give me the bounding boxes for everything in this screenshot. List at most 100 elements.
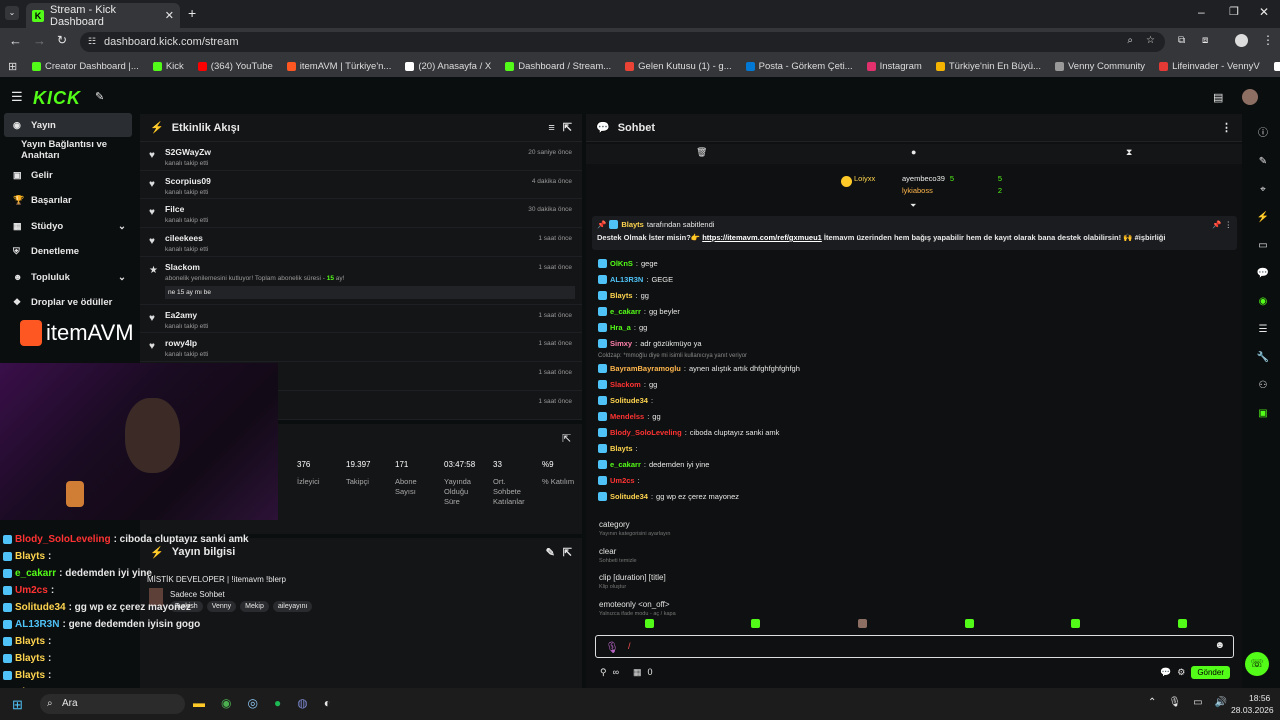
hamburger-menu-icon[interactable]: ☰ <box>11 89 23 105</box>
bookmark-item[interactable]: Posta - Görkem Çeti... <box>745 61 853 72</box>
info-icon[interactable]: ⓘ <box>1258 124 1268 139</box>
bookmark-item[interactable]: Storage | Fivemanage <box>1273 61 1280 72</box>
chat-username[interactable]: Blody_SoloLeveling <box>610 428 682 437</box>
command-suggestion[interactable]: clip [duration] [title] Klip oluştur <box>586 573 1236 600</box>
browser-tab[interactable]: K Stream - Kick Dashboard ✕ <box>26 3 180 28</box>
network-icon[interactable]: ▭ <box>1193 697 1202 708</box>
chat-mode-icon[interactable]: ● <box>911 147 916 157</box>
sidebar-item-3[interactable]: 🏆 Başarılar <box>0 188 138 214</box>
emote-icon[interactable] <box>1071 619 1081 628</box>
wrench-icon[interactable]: 🔧 <box>1257 352 1269 363</box>
chat-username[interactable]: e_cakarr <box>610 460 641 469</box>
sidebar-item-7[interactable]: ❖ Droplar ve ödüller <box>0 290 138 316</box>
discord-icon[interactable]: ◍ <box>297 696 307 710</box>
chat-input[interactable]: 🎙 / ☻ <box>595 635 1234 658</box>
zoom-icon[interactable]: ⌕ <box>1127 35 1133 46</box>
bookmark-item[interactable]: Venny Community <box>1054 61 1145 72</box>
reload-icon[interactable]: ↻ <box>57 33 67 47</box>
chevron-down-icon[interactable]: ⌄ <box>118 221 126 232</box>
chat-username[interactable]: BayramBayramoglu <box>610 364 681 373</box>
broadcast-rail-icon[interactable]: ◉ <box>1259 296 1268 307</box>
pin-icon[interactable]: ✎ <box>95 90 104 103</box>
file-explorer-icon[interactable]: ▬ <box>193 696 205 710</box>
sidebar-item-1[interactable]: Yayın Bağlantısı ve Anahtarı <box>0 137 138 163</box>
leaderboard-collapse-icon[interactable]: ⏷ <box>910 201 916 211</box>
close-tab-icon[interactable]: ✕ <box>165 9 174 22</box>
send-button[interactable]: Gönder <box>1191 665 1230 679</box>
user-avatar[interactable] <box>1242 89 1258 105</box>
layout-icon[interactable]: ▤ <box>1213 91 1223 104</box>
leaderboard-entry[interactable]: ayembeco39 5 <box>902 174 1002 183</box>
bookmark-star-icon[interactable]: ☆ <box>1146 35 1155 46</box>
sidebar-item-0[interactable]: ◉ Yayın <box>4 113 132 137</box>
emote-icon[interactable] <box>751 619 761 628</box>
bookmark-item[interactable]: (20) Anasayfa / X <box>405 61 491 72</box>
sidebar-item-5[interactable]: ⛨ Denetleme <box>0 239 138 265</box>
site-info-icon[interactable]: ☷ <box>88 36 96 47</box>
event-user[interactable]: cileekees <box>165 233 582 243</box>
page-icon[interactable]: ▭ <box>1258 240 1267 251</box>
edit-icon[interactable]: ✎ <box>546 546 555 559</box>
filter-icon[interactable]: ≡ <box>548 122 554 134</box>
chat-username[interactable]: e_cakarr <box>610 307 641 316</box>
chat-menu-icon[interactable]: ⋮ <box>1221 121 1232 134</box>
apps-grid-icon[interactable]: ⊞ <box>8 60 17 73</box>
leaderboard-entry[interactable]: lykiaboss 2 <box>902 186 1002 195</box>
event-user[interactable]: Filce <box>165 204 582 214</box>
tray-chevron-icon[interactable]: ⌃ <box>1148 697 1156 708</box>
bookmark-item[interactable]: Dashboard / Stream... <box>505 61 611 72</box>
forward-icon[interactable]: → <box>33 33 46 48</box>
chat-username[interactable]: AL13R3N <box>610 275 643 284</box>
support-chat-icon[interactable]: ☏ <box>1245 652 1269 676</box>
chat-input-value[interactable]: / <box>628 641 631 651</box>
share-icon[interactable]: ⚇ <box>1259 380 1268 391</box>
chat-username[interactable]: Blayts <box>610 444 633 453</box>
chat-username[interactable]: Hra_a <box>610 323 631 332</box>
bookmark-item[interactable]: Creator Dashboard |... <box>32 61 139 72</box>
event-user[interactable]: Ea2amy <box>165 310 582 320</box>
bookmark-item[interactable]: (364) YouTube <box>197 61 273 72</box>
chat-username[interactable]: Simxy <box>610 339 632 348</box>
bookmark-item[interactable]: Gelen Kutusu (1) - g... <box>625 61 732 72</box>
chat-username[interactable]: Slackom <box>610 380 641 389</box>
minimize-button[interactable]: – <box>1198 5 1205 19</box>
emote-icon[interactable] <box>964 619 974 628</box>
sidebar-item-2[interactable]: ▣ Gelir <box>0 163 138 189</box>
chat-username[interactable]: Blayts <box>610 291 633 300</box>
close-window-button[interactable]: ✕ <box>1259 5 1269 19</box>
browser-menu-icon[interactable]: ⋮ <box>1262 33 1274 47</box>
emoji-picker-icon[interactable]: ☻ <box>1214 640 1225 651</box>
pinned-link[interactable]: https://itemavm.com/ref/gxmueu1 <box>702 233 822 242</box>
extensions-puzzle-icon[interactable]: ⧈ <box>1202 35 1208 46</box>
profile-avatar[interactable] <box>1235 34 1248 47</box>
extension-icon[interactable]: ⧉ <box>1178 35 1185 46</box>
chat-username[interactable]: Solitude34 <box>610 492 648 501</box>
back-icon[interactable]: ← <box>9 33 22 48</box>
command-suggestion[interactable]: clear Sohbeti temizle <box>586 547 1236 574</box>
stream-info-popout-icon[interactable]: ⇱ <box>563 546 572 559</box>
sidebar-item-6[interactable]: ☻ Topluluk ⌄ <box>0 265 138 291</box>
clock-time[interactable]: 18:56 <box>1249 693 1270 703</box>
bookmark-item[interactable]: Kick <box>152 61 184 72</box>
chevron-down-icon[interactable]: ⌄ <box>118 272 126 283</box>
bookmark-item[interactable]: Lifeinvader - VennyV <box>1159 61 1260 72</box>
obs-icon[interactable]: ◐ <box>324 696 331 710</box>
emote-icon[interactable] <box>858 619 868 628</box>
event-user[interactable]: Slackom <box>165 262 582 272</box>
stream-tag[interactable]: aileyayını <box>272 601 313 612</box>
event-user[interactable]: S2GWayZw <box>165 147 582 157</box>
command-suggestion[interactable]: category Yayının kategorisini ayarlayın <box>586 520 1236 547</box>
mic-tray-icon[interactable]: 🎙 <box>1168 697 1181 708</box>
start-icon[interactable]: ⊞ <box>12 697 23 713</box>
bookmark-item[interactable]: Türkiye'nin En Büyü... <box>935 61 1041 72</box>
chat-username[interactable]: Solitude34 <box>610 396 648 405</box>
popout-icon[interactable]: ⇱ <box>563 121 572 134</box>
event-user[interactable]: rowy4lp <box>165 338 582 348</box>
kick-logo[interactable]: KICK <box>33 88 81 109</box>
url-bar[interactable]: ☷ dashboard.kick.com/stream ⌕ ☆ <box>80 32 1165 52</box>
taskbar-search[interactable]: ⌕ Ara <box>40 694 185 714</box>
chat-bubble-small-icon[interactable]: 💬 <box>1160 667 1171 678</box>
steam-icon[interactable]: ◎ <box>247 696 257 710</box>
bookmark-item[interactable]: itemAVM | Türkiye'n... <box>286 61 391 72</box>
clock-date[interactable]: 28.03.2026 <box>1231 705 1274 715</box>
